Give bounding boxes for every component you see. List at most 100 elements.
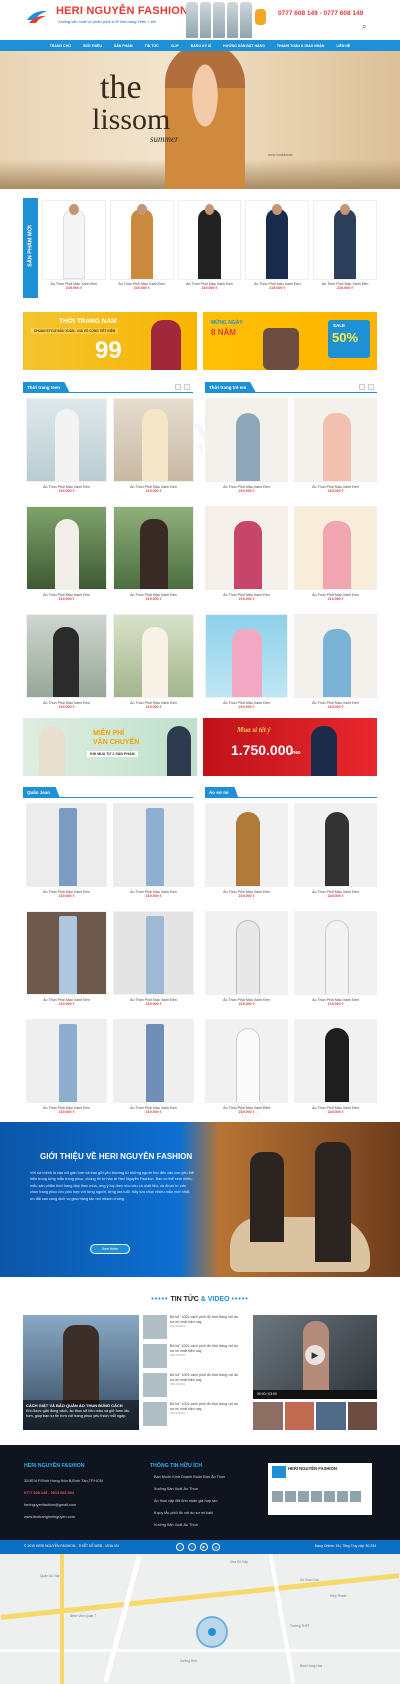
product-image[interactable] (26, 803, 107, 887)
facebook-icon[interactable]: f (176, 1543, 184, 1551)
product-image[interactable] (26, 614, 107, 698)
nav-item-about[interactable]: GIỚI THIỆU (83, 44, 102, 48)
fanpage-name[interactable]: HERI NGUYỄN FASHION (288, 1466, 337, 1471)
product-image[interactable] (294, 1019, 377, 1103)
facebook-widget[interactable]: HERI NGUYỄN FASHION (268, 1463, 372, 1515)
video-player[interactable]: ▶ 00:00 / 03:00 (253, 1315, 377, 1399)
promo-banner-freeship[interactable]: MIỄN PHÍ VẬN CHUYỂN KHI MUA TỪ 2 SẢN PHẨ… (23, 718, 197, 776)
promo-banner-men[interactable]: THỜI TRANG NAM CHUẨN STYLE ĐẦU XUÂN - GI… (23, 312, 197, 370)
product-card[interactable]: Áo Thun Phối Màu Xanh Đen 219.000 ₫ (205, 614, 288, 722)
list-item[interactable]: Bỏ túi" 1001 cách phối đồ thời trang với… (143, 1315, 243, 1344)
next-arrow-icon[interactable]: › (184, 384, 190, 390)
twitter-icon[interactable]: t (188, 1543, 196, 1551)
product-card[interactable]: Áo Thun Phối Màu Xanh Đen 219.000 ₫ (113, 506, 194, 614)
prev-arrow-icon[interactable]: ‹ (359, 384, 365, 390)
product-card[interactable]: Áo Thun Phối Màu Xanh Đen 219.000 ₫ (177, 200, 242, 290)
hotline[interactable]: 0777 608 149 - 0777 608 149 (278, 10, 363, 17)
product-image[interactable] (113, 398, 194, 482)
promo-banner-sale[interactable]: MỪNG NGÀY 8 NĂM SALE 50% (203, 312, 377, 370)
play-icon[interactable]: ▶ (305, 1345, 325, 1365)
product-image[interactable] (313, 200, 377, 280)
product-image[interactable] (205, 911, 288, 995)
prev-arrow-icon[interactable]: ‹ (175, 384, 181, 390)
nav-item-news[interactable]: TIN TỨC (145, 44, 159, 48)
product-card[interactable]: Áo Thun Phối Màu Xanh Đen 219.000 ₫ (113, 398, 194, 506)
product-card[interactable]: Áo Thun Phối Màu Xanh Đen 219.000 ₫ (205, 911, 288, 1019)
section-title[interactable]: Thời trang teen (23, 382, 70, 393)
product-image[interactable] (294, 398, 377, 482)
product-image[interactable] (245, 200, 310, 280)
product-image[interactable] (294, 614, 377, 698)
product-card[interactable]: Áo Thun Phối Màu Xanh Đen 219.000 ₫ (294, 506, 377, 614)
search-icon[interactable]: ⌕ (362, 22, 366, 32)
article-thumbnail[interactable] (143, 1373, 167, 1397)
nav-item-order-guide[interactable]: HƯỚNG DẪN ĐẶT HÀNG (223, 44, 265, 48)
product-card[interactable]: Áo Thun Phối Màu Xanh Đen 219.000 ₫ (113, 614, 194, 722)
product-card[interactable]: Áo Thun Phối Màu Xanh Đen 219.000 ₫ (313, 200, 377, 290)
nav-item-clip[interactable]: CLIP (171, 44, 179, 48)
video-thumbnail[interactable] (347, 1402, 377, 1430)
footer-website[interactable]: www.thoitrangheringuyen.com (24, 1515, 75, 1519)
product-card[interactable]: Áo Thun Phối Màu Xanh Đen 219.000 ₫ (245, 200, 310, 290)
product-image[interactable] (26, 1019, 107, 1103)
brand-name[interactable]: HERI NGUYỄN FASHION (56, 5, 188, 17)
footer-link[interactable]: Xưởng Sản Xuất Áo Thun (154, 1523, 198, 1527)
product-card[interactable]: Áo Thun Phối Màu Xanh Đen 219.000 ₫ (26, 398, 107, 506)
video-controls[interactable]: 00:00 / 03:00 (253, 1390, 377, 1399)
product-image[interactable] (205, 614, 288, 698)
nav-item-wholesale[interactable]: ĐĂNG KÝ SỈ (191, 44, 211, 48)
product-image[interactable] (294, 506, 377, 590)
product-card[interactable]: Áo Thun Phối Màu Xanh Đen 219.000 ₫ (205, 398, 288, 506)
product-card[interactable]: Áo Thun Phối Màu Xanh Đen 219.000 ₫ (294, 614, 377, 722)
product-card[interactable]: Áo Thun Phối Màu Xanh Đen 219.000 ₫ (205, 506, 288, 614)
footer-link[interactable]: 8 quy tắc phối đồ với áo sơ mi kaki (154, 1511, 213, 1515)
section-title[interactable]: Áo sơ mi (205, 787, 239, 798)
hero-banner[interactable]: the lissom summer new lookbook (0, 51, 400, 189)
product-card[interactable]: Áo Thun Phối Màu Xanh Đen 219.000 ₫ (294, 1019, 377, 1127)
product-image[interactable] (205, 398, 288, 482)
next-arrow-icon[interactable]: › (368, 384, 374, 390)
product-image[interactable] (205, 1019, 288, 1103)
product-image[interactable] (294, 911, 377, 995)
section-title[interactable]: Thời trang trẻ em (205, 382, 257, 393)
product-image[interactable] (113, 911, 194, 995)
product-card[interactable]: Áo Thun Phối Màu Xanh Đen 219.000 ₫ (26, 614, 107, 722)
product-card[interactable]: Áo Thun Phối Màu Xanh Đen 219.000 ₫ (26, 1019, 107, 1127)
nav-item-home[interactable]: TRANG CHỦ (50, 44, 71, 48)
about-more-button[interactable]: Xem thêm (90, 1244, 130, 1254)
product-card[interactable]: Áo Thun Phối Màu Xanh Đen 219.000 ₫ (294, 803, 377, 911)
map-pin-icon[interactable] (196, 1616, 228, 1648)
product-card[interactable]: Áo Thun Phối Màu Xanh Đen 219.000 ₫ (205, 803, 288, 911)
product-image[interactable] (26, 506, 107, 590)
article-thumbnail[interactable] (143, 1315, 167, 1339)
product-card[interactable]: Áo Thun Phối Màu Xanh Đen 219.000 ₫ (113, 1019, 194, 1127)
footer-link[interactable]: Bạn Muốn Kinh Doanh Buôn Bán Áo Thun (154, 1475, 225, 1479)
product-image[interactable] (113, 614, 194, 698)
product-image[interactable] (177, 200, 242, 280)
nav-item-contact[interactable]: LIÊN HỆ (336, 44, 350, 48)
product-card[interactable]: Áo Thun Phối Màu Xanh Đen 219.000 ₫ (26, 506, 107, 614)
article-title[interactable]: Bỏ túi" 1001 cách phối đồ thời trang với… (170, 1315, 238, 1324)
product-image[interactable] (113, 1019, 194, 1103)
nav-item-payment[interactable]: THANH TOÁN & GIAO NHẬN (277, 44, 325, 48)
product-card[interactable]: Áo Thun Phối Màu Xanh Đen 219.000 ₫ (42, 200, 106, 290)
article-thumbnail[interactable] (143, 1344, 167, 1368)
product-card[interactable]: Áo Thun Phối Màu Xanh Đen 219.000 ₫ (113, 803, 194, 911)
video-thumbnail[interactable] (253, 1402, 283, 1430)
promo-banner-tet[interactable]: Mua sỉ tết ý 1.750.000 VNĐ (203, 718, 377, 776)
footer-email[interactable]: heringuyenfashion@gmail.com (24, 1503, 76, 1507)
product-card[interactable]: Áo Thun Phối Màu Xanh Đen 219.000 ₫ (109, 200, 174, 290)
product-image[interactable] (26, 911, 107, 995)
googleplus-icon[interactable]: g (212, 1543, 220, 1551)
article-title[interactable]: Bỏ túi" 1001 cách phối đồ thời trang với… (170, 1402, 238, 1411)
footer-phone[interactable]: 0777 608 149 - 0913 683 894 (24, 1491, 74, 1495)
footer-link[interactable]: Xưởng Sản Xuất Áo Thun (154, 1487, 198, 1491)
product-card[interactable]: Áo Thun Phối Màu Xanh Đen 219.000 ₫ (205, 1019, 288, 1127)
article-thumbnail[interactable] (143, 1402, 167, 1426)
location-map[interactable]: Chợ Gò Vấp Quận Gò Vấp Gò Xoài Cửa Bệnh … (0, 1554, 400, 1684)
product-image[interactable] (205, 803, 288, 887)
video-thumbnail[interactable] (284, 1402, 314, 1430)
featured-article[interactable]: CÁCH GIẶT VÀ BẢO QUẢN ÁO THUN ĐÚNG CÁCH K… (23, 1315, 139, 1430)
product-card[interactable]: Áo Thun Phối Màu Xanh Đen 219.000 ₫ (113, 911, 194, 1019)
product-card[interactable]: Áo Thun Phối Màu Xanh Đen 219.000 ₫ (294, 911, 377, 1019)
